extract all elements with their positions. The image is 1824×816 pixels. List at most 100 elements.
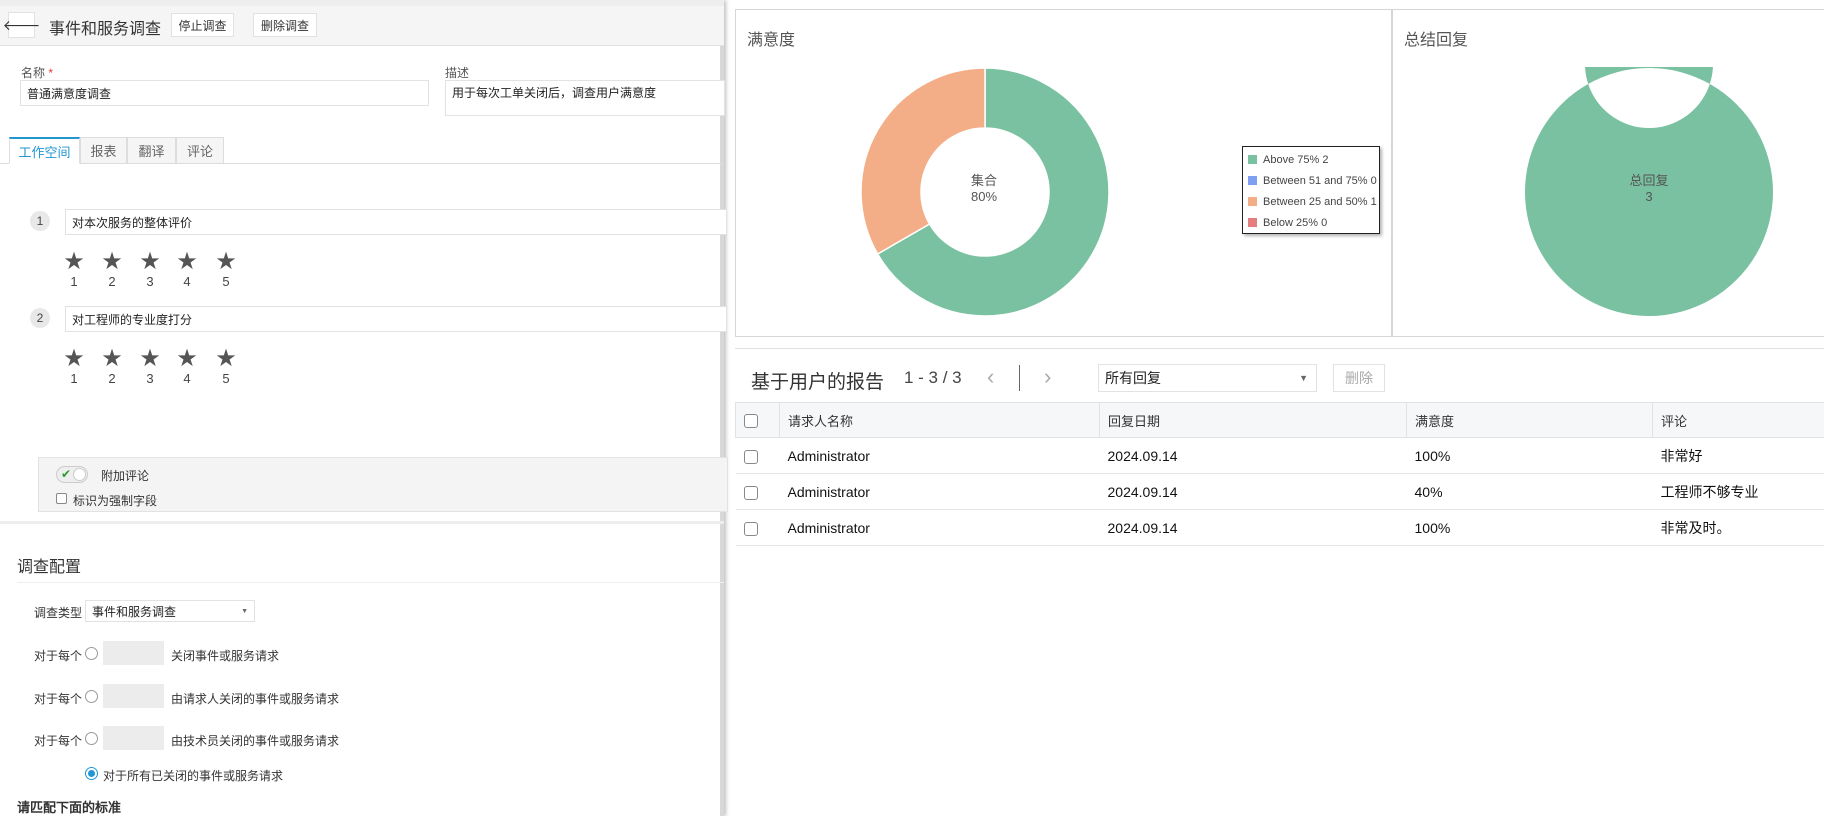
center-label: 总回复: [1629, 173, 1669, 188]
question-number: 2: [30, 308, 50, 328]
row-checkbox[interactable]: [743, 485, 758, 500]
question-number: 1: [30, 211, 50, 231]
center-value: 3: [1645, 189, 1653, 204]
table-cell: 工程师不够专业: [1652, 473, 1824, 510]
tab-0[interactable]: 工作空间: [9, 137, 80, 164]
mandatory-checkbox[interactable]: [56, 493, 67, 504]
star-number: 1: [70, 371, 78, 386]
delete-button[interactable]: 删除: [1333, 364, 1385, 392]
name-label-text: 名称: [21, 66, 46, 80]
table-cell: Administrator: [779, 509, 1100, 546]
survey-type-label: 调查类型: [34, 606, 83, 620]
config-title: 调查配置: [17, 559, 82, 576]
header-bar: 🡐 事件和服务调查 停止调查 删除调查: [0, 6, 724, 46]
check-icon: ✔: [61, 467, 72, 481]
center-value: 80%: [970, 189, 998, 204]
count-input[interactable]: [103, 641, 164, 665]
reply-filter-select[interactable]: 所有回复 ▼: [1098, 364, 1317, 392]
column-header[interactable]: 评论: [1652, 402, 1824, 438]
question-text-input[interactable]: 对工程师的专业度打分: [65, 306, 727, 332]
for-each-radio[interactable]: [85, 647, 98, 660]
star-icon[interactable]: ★: [62, 347, 86, 371]
column-header[interactable]: 满意度: [1406, 402, 1653, 438]
star-number: 3: [146, 274, 154, 289]
config-divider: [17, 582, 724, 583]
survey-type-select[interactable]: 事件和服务调查 ▼: [85, 600, 255, 622]
chart-title: 总结回复: [1404, 32, 1469, 49]
for-each-label: 对于每个: [34, 734, 83, 748]
chevron-down-icon: ▼: [1299, 373, 1308, 383]
star-number: 1: [70, 274, 78, 289]
row-checkbox[interactable]: [743, 449, 758, 464]
star-icon[interactable]: ★: [138, 250, 162, 274]
table-cell: 2024.09.14: [1099, 437, 1407, 474]
back-button[interactable]: 🡐: [3, 12, 40, 38]
row-checkbox[interactable]: [743, 521, 758, 536]
for-each-radio[interactable]: [85, 732, 98, 745]
star-icon[interactable]: ★: [100, 250, 124, 274]
legend-swatch: [1248, 155, 1257, 164]
next-page-icon[interactable]: ›: [1044, 364, 1051, 390]
column-header[interactable]: 请求人名称: [779, 402, 1100, 438]
delete-survey-button[interactable]: 删除调查: [253, 13, 317, 37]
legend-label: Between 25 and 50% 1: [1263, 195, 1377, 208]
star-number: 4: [183, 371, 191, 386]
all-closed-radio[interactable]: [85, 767, 98, 780]
column-header[interactable]: 回复日期: [1099, 402, 1407, 438]
star-icon[interactable]: ★: [62, 250, 86, 274]
for-each-suffix: 关闭事件或服务请求: [171, 649, 280, 663]
legend-item[interactable]: Between 25 and 50% 1: [1243, 191, 1379, 212]
table-row[interactable]: Administrator 2024.09.14 100% 非常好: [735, 437, 1824, 474]
survey-type-value: 事件和服务调查: [92, 604, 177, 619]
description-textarea[interactable]: 用于每次工单关闭后，调查用户满意度: [445, 80, 725, 116]
table-cell: 2024.09.14: [1099, 473, 1407, 510]
star-icon[interactable]: ★: [214, 250, 238, 274]
tab-1[interactable]: 报表: [80, 137, 127, 164]
donut-slice[interactable]: [860, 67, 986, 256]
question-text-input[interactable]: 对本次服务的整体评价: [65, 209, 727, 235]
star-icon[interactable]: ★: [138, 347, 162, 371]
table-cell: 100%: [1406, 437, 1653, 474]
select-all-checkbox[interactable]: [744, 413, 758, 428]
add-comment-toggle[interactable]: ✔: [56, 466, 88, 483]
legend-item[interactable]: Above 75% 2: [1243, 149, 1379, 170]
legend-item[interactable]: Between 51 and 75% 0: [1243, 170, 1379, 191]
tab-2[interactable]: 翻译: [127, 137, 176, 164]
table-row[interactable]: Administrator 2024.09.14 100% 非常及时。: [735, 509, 1824, 546]
pagination-divider: [1019, 365, 1020, 391]
table-cell: Administrator: [779, 473, 1100, 510]
table-cell: 100%: [1406, 509, 1653, 546]
chart-title: 满意度: [747, 32, 796, 49]
criteria-title: 请匹配下面的标准: [17, 800, 122, 815]
star-icon[interactable]: ★: [214, 347, 238, 371]
name-label: 名称 *: [21, 64, 53, 81]
for-each-suffix: 由请求人关闭的事件或服务请求: [171, 692, 340, 706]
star-number: 2: [108, 371, 116, 386]
table-row[interactable]: Administrator 2024.09.14 40% 工程师不够专业: [735, 473, 1824, 510]
tab-3[interactable]: 评论: [176, 137, 224, 164]
legend-label: Between 51 and 75% 0: [1263, 174, 1377, 187]
star-icon[interactable]: ★: [175, 347, 199, 371]
total-replies-chart-card: 总结回复 总回复 3: [1392, 9, 1824, 337]
legend-item[interactable]: Below 25% 0: [1243, 212, 1379, 233]
legend-label: Below 25% 0: [1263, 216, 1328, 229]
star-icon[interactable]: ★: [100, 347, 124, 371]
arrow-left-icon: 🡐: [2, 16, 41, 33]
donut-center-label: 总回复 3: [1599, 173, 1699, 205]
toggle-knob: [73, 468, 86, 481]
legend-swatch: [1248, 176, 1257, 185]
count-input[interactable]: [103, 684, 164, 708]
star-icon[interactable]: ★: [175, 250, 199, 274]
prev-page-icon[interactable]: ‹: [987, 364, 994, 390]
stop-survey-button[interactable]: 停止调查: [171, 13, 234, 37]
for-each-label: 对于每个: [34, 692, 83, 706]
count-input[interactable]: [103, 726, 164, 750]
for-each-radio[interactable]: [85, 690, 98, 703]
page-title: 事件和服务调查: [49, 21, 162, 38]
description-label: 描述: [445, 66, 470, 80]
for-each-suffix: 由技术员关闭的事件或服务请求: [171, 734, 340, 748]
star-number: 5: [222, 274, 230, 289]
name-input[interactable]: 普通满意度调查: [20, 80, 429, 106]
survey-editor-panel: 🡐 事件和服务调查 停止调查 删除调查 名称 * 普通满意度调查 描述 用于每次…: [0, 0, 728, 816]
table-header-row: 请求人名称 回复日期 满意度 评论: [735, 402, 1824, 438]
